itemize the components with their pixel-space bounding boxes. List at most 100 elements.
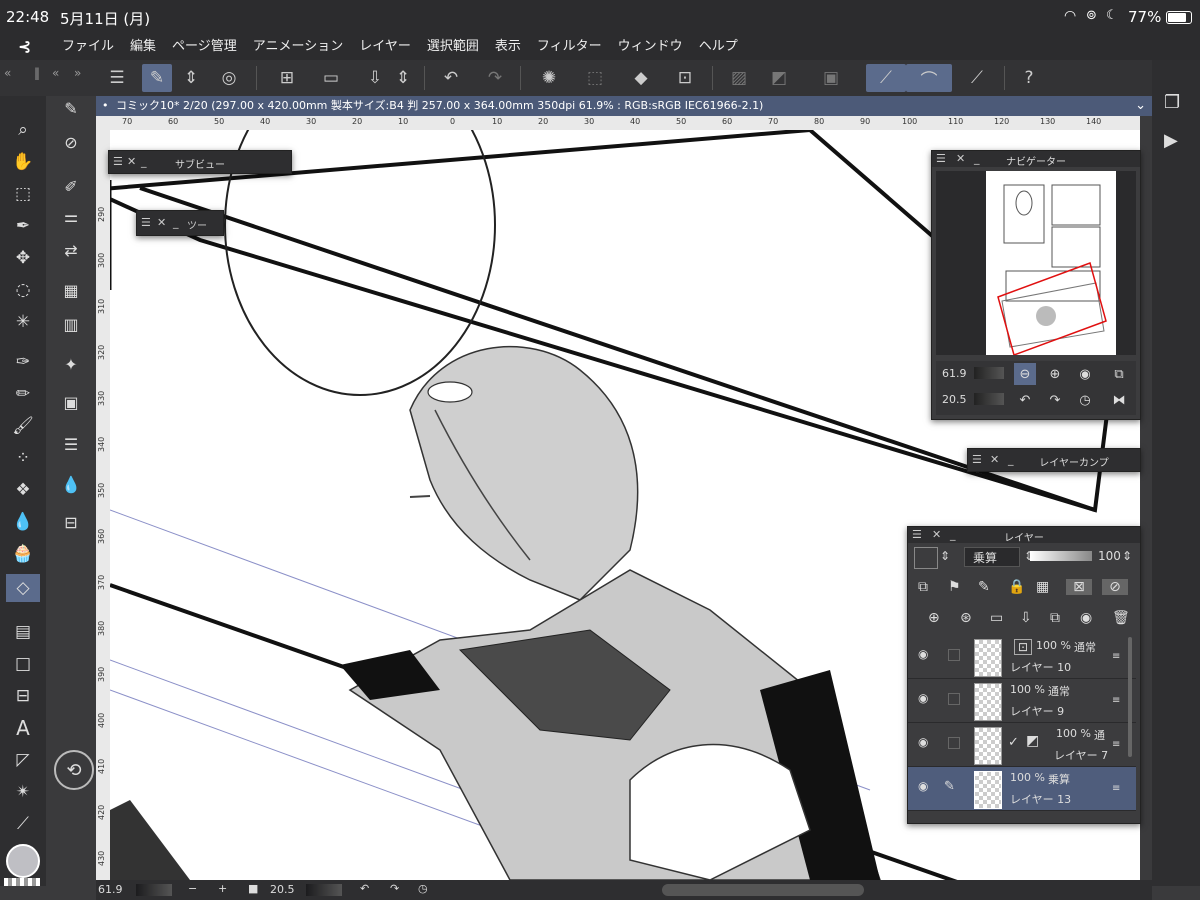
- rotate-left-icon[interactable]: ↶: [1014, 389, 1036, 411]
- eyedropper-tool-icon[interactable]: ✒: [6, 212, 40, 240]
- rotation-value[interactable]: 20.5: [942, 393, 967, 406]
- operation-tool-icon[interactable]: ⬚: [6, 180, 40, 208]
- figure-tool-icon[interactable]: □: [6, 650, 40, 678]
- new-raster-layer-icon[interactable]: ⊕: [928, 610, 940, 626]
- balloon-tool-icon[interactable]: ◸: [6, 746, 40, 774]
- item-bank-icon[interactable]: ⊟: [56, 508, 86, 536]
- rotation-slider[interactable]: [974, 393, 1004, 405]
- decoration-tool-icon[interactable]: ❖: [6, 476, 40, 504]
- color-set-icon[interactable]: ▦: [56, 276, 86, 304]
- undo-icon[interactable]: ↶: [436, 64, 466, 92]
- rotate-right-icon[interactable]: ↷: [390, 882, 399, 895]
- color-exchange-icon[interactable]: ⇄: [56, 236, 86, 264]
- merge-down-icon[interactable]: ⧉: [1050, 610, 1060, 626]
- clip-icon[interactable]: ⧉: [918, 579, 928, 595]
- grip-icon[interactable]: ‖: [34, 66, 40, 80]
- mask-enable-icon[interactable]: ⊠: [1066, 579, 1092, 595]
- speed-lines-tool-icon[interactable]: ✴: [6, 778, 40, 806]
- menu-layer[interactable]: レイヤー: [351, 34, 419, 60]
- menu-page[interactable]: ページ管理: [164, 34, 245, 60]
- material-icon[interactable]: ✦: [56, 350, 86, 378]
- eye-icon[interactable]: ◉: [918, 691, 928, 705]
- snap-ruler-icon[interactable]: ⟋: [866, 64, 906, 92]
- zoom-in-icon[interactable]: +: [218, 882, 227, 895]
- save-icon[interactable]: ⇩: [360, 64, 390, 92]
- fit-icon[interactable]: ■: [248, 882, 258, 895]
- fit-window-icon[interactable]: ⧉: [1108, 363, 1130, 385]
- zoom-in-icon[interactable]: ⊕: [1044, 363, 1066, 385]
- new-folder-icon[interactable]: ▭: [990, 610, 1003, 626]
- trash-icon[interactable]: 🗑: [1112, 610, 1130, 626]
- zoom-out-icon[interactable]: −: [188, 882, 197, 895]
- redo-icon[interactable]: ↷: [480, 64, 510, 92]
- eye-icon[interactable]: ◉: [918, 647, 928, 661]
- zoom-value[interactable]: 61.9: [942, 367, 967, 380]
- pen-tool-icon[interactable]: ✑: [6, 348, 40, 376]
- cake-tool-icon[interactable]: 🧁: [6, 540, 40, 568]
- deselect-icon[interactable]: ⬚: [580, 64, 610, 92]
- menu-selection[interactable]: 選択範囲: [419, 34, 487, 60]
- expand-icon[interactable]: »: [74, 66, 81, 80]
- menu-edit[interactable]: 編集: [122, 34, 164, 60]
- zoom-slider[interactable]: [136, 884, 172, 896]
- opacity-value[interactable]: 100: [1098, 549, 1121, 563]
- text-tool-icon[interactable]: A: [6, 714, 40, 742]
- switch-icon[interactable]: ⇕: [182, 64, 200, 92]
- clip-studio-icon[interactable]: ◎: [214, 64, 244, 92]
- layers-dock-icon[interactable]: ❐: [1164, 92, 1180, 113]
- drag-handle-icon[interactable]: ≡: [1112, 739, 1120, 750]
- checkbox[interactable]: [948, 649, 960, 661]
- move-tool-icon[interactable]: ✥: [6, 244, 40, 272]
- menu-window[interactable]: ウィンドウ: [610, 34, 691, 60]
- invert-selection-icon[interactable]: ◩: [764, 64, 794, 92]
- show-selection-icon[interactable]: ▣: [816, 64, 846, 92]
- eye-icon[interactable]: ◉: [918, 779, 928, 793]
- layer-row[interactable]: ◉ 100 % 通常 レイヤー 9 ≡: [908, 679, 1136, 723]
- main-color-swatch[interactable]: [6, 844, 40, 878]
- chevron-updown-icon[interactable]: ⇕: [940, 549, 950, 563]
- eraser-tool-icon[interactable]: ◇: [6, 574, 40, 602]
- drag-handle-icon[interactable]: ≡: [1112, 651, 1120, 662]
- close-icon[interactable]: ✕: [990, 453, 999, 466]
- chevron-down-icon[interactable]: ⌄: [1135, 96, 1146, 116]
- minimize-icon[interactable]: _: [173, 216, 179, 229]
- new-vector-layer-icon[interactable]: ⊛: [960, 610, 972, 626]
- panel-menu-icon[interactable]: ☰: [972, 453, 982, 466]
- navigator-preview[interactable]: [936, 171, 1136, 356]
- save-options-icon[interactable]: ⇕: [394, 64, 412, 92]
- flip-horizontal-icon[interactable]: ⧓: [1108, 389, 1130, 411]
- sliders-icon[interactable]: ⚌: [56, 202, 86, 230]
- fill-icon[interactable]: ◆: [626, 64, 656, 92]
- checkbox[interactable]: [948, 693, 960, 705]
- transparent-color-swatch[interactable]: [4, 878, 40, 886]
- magic-wand-tool-icon[interactable]: ✳: [6, 308, 40, 336]
- reset-rotation-icon[interactable]: ◷: [418, 882, 428, 895]
- close-icon[interactable]: ✕: [157, 216, 166, 229]
- lasso-tool-icon[interactable]: ◌: [6, 276, 40, 304]
- zoom-tool-icon[interactable]: ⌕: [6, 116, 40, 144]
- menu-view[interactable]: 表示: [487, 34, 529, 60]
- rotate-left-icon[interactable]: ↶: [360, 882, 369, 895]
- zoom-slider[interactable]: [974, 367, 1004, 379]
- zoom-out-icon[interactable]: ⊖: [1014, 363, 1036, 385]
- menu-animation[interactable]: アニメーション: [245, 34, 351, 60]
- layer-mask-icon[interactable]: ◉: [1080, 610, 1092, 626]
- horizontal-scrollbar[interactable]: [662, 884, 864, 896]
- transfer-down-icon[interactable]: ⇩: [1020, 610, 1032, 626]
- brush-size-icon[interactable]: ✐: [56, 172, 86, 200]
- gesture-mode-icon[interactable]: ⟲: [54, 750, 94, 790]
- transform-icon[interactable]: ⊡: [670, 64, 700, 92]
- rotation-slider[interactable]: [306, 884, 342, 896]
- layer-property-icon[interactable]: ▣: [56, 388, 86, 416]
- draft-layer-icon[interactable]: ✎: [978, 579, 990, 595]
- gradient-tool-icon[interactable]: ▤: [6, 618, 40, 646]
- menu-help[interactable]: ヘルプ: [691, 34, 746, 60]
- panel-menu-icon[interactable]: ☰: [141, 216, 151, 229]
- rotation-value[interactable]: 20.5: [270, 883, 295, 896]
- document-tab[interactable]: • コミック10* 2/20 (297.00 x 420.00mm 製本サイズ:…: [96, 96, 1152, 116]
- menu-icon[interactable]: ☰: [102, 64, 132, 92]
- zoom-value[interactable]: 61.9: [98, 883, 123, 896]
- animation-dock-icon[interactable]: ▶: [1164, 130, 1178, 151]
- lock-transparency-icon[interactable]: ▦: [1036, 579, 1049, 595]
- checkbox[interactable]: [948, 737, 960, 749]
